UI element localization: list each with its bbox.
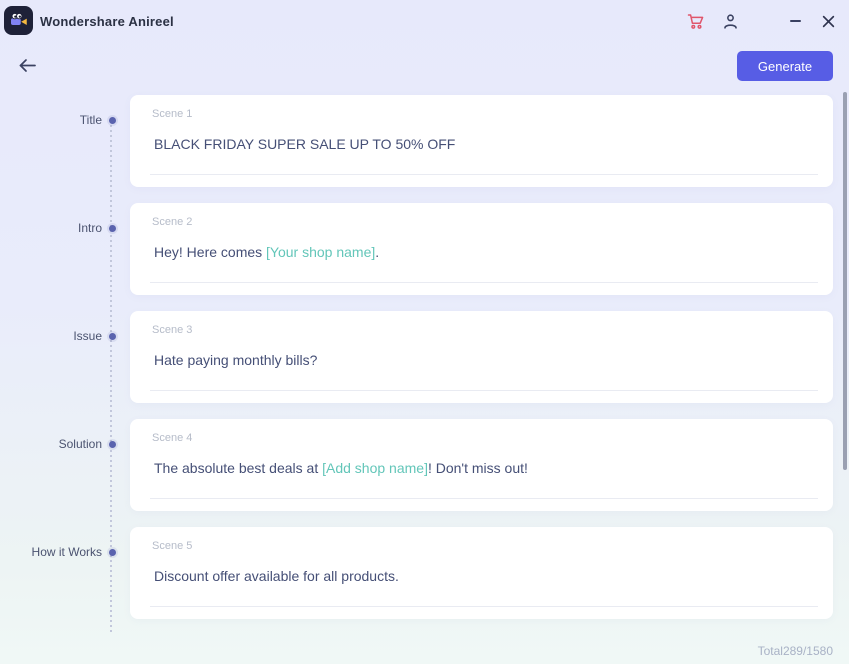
- scene-text-segment: BLACK FRIDAY SUPER SALE UP TO 50% OFF: [154, 136, 456, 152]
- scene-text-underline: [150, 498, 818, 499]
- timeline-item[interactable]: Solution: [0, 436, 116, 452]
- scene-text-segment: Hey! Here comes: [154, 244, 267, 260]
- timeline: Title Intro Issue Solution How it Works: [0, 0, 130, 664]
- scene-card: Scene 4 The absolute best deals at [Add …: [130, 419, 833, 511]
- scrollbar-thumb[interactable]: [843, 92, 847, 470]
- scene-card: Scene 3 Hate paying monthly bills?: [130, 311, 833, 403]
- scene-label: Scene 5: [152, 540, 193, 552]
- scene-text-segment: .: [375, 244, 380, 260]
- scene-label: Scene 4: [152, 432, 193, 444]
- scene-list: Scene 1 BLACK FRIDAY SUPER SALE UP TO 50…: [130, 95, 833, 619]
- total-label: Total: [757, 644, 783, 658]
- character-counter: Total289/1580: [758, 644, 833, 658]
- scene-text-segment: The absolute best deals at: [154, 460, 323, 476]
- account-icon[interactable]: [718, 0, 742, 42]
- scene-label: Scene 3: [152, 324, 193, 336]
- scene-text-underline: [150, 282, 818, 283]
- timeline-label: How it Works: [31, 545, 102, 559]
- timeline-dot-icon: [109, 548, 116, 556]
- scene-label: Scene 2: [152, 216, 193, 228]
- scene-text-segment: Hate paying monthly bills?: [154, 352, 318, 368]
- scene-card: Scene 1 BLACK FRIDAY SUPER SALE UP TO 50…: [130, 95, 833, 187]
- scene-text-input[interactable]: Hey! Here comes [Your shop name].: [154, 244, 809, 260]
- scene-text-segment: Discount offer available for all product…: [154, 568, 399, 584]
- timeline-label: Issue: [73, 329, 102, 343]
- scene-label: Scene 1: [152, 108, 193, 120]
- timeline-dot-icon: [109, 440, 116, 448]
- timeline-item[interactable]: Intro: [0, 220, 116, 236]
- scene-placeholder-token: [Your shop name]: [266, 244, 376, 260]
- scene-placeholder-token: [Add shop name]: [322, 460, 428, 476]
- timeline-label: Solution: [58, 437, 102, 451]
- timeline-label: Title: [79, 113, 102, 127]
- close-icon[interactable]: [816, 0, 840, 42]
- scene-card: Scene 2 Hey! Here comes [Your shop name]…: [130, 203, 833, 295]
- scene-text-input[interactable]: Hate paying monthly bills?: [154, 352, 809, 368]
- timeline-item[interactable]: Issue: [0, 328, 116, 344]
- timeline-dot-icon: [109, 116, 116, 124]
- timeline-label: Intro: [77, 221, 102, 235]
- scene-text-underline: [150, 174, 818, 175]
- scene-text-segment: ! Don't miss out!: [427, 460, 528, 476]
- timeline-dot-icon: [109, 224, 116, 232]
- scene-text-input[interactable]: Discount offer available for all product…: [154, 568, 809, 584]
- scene-card: Scene 5 Discount offer available for all…: [130, 527, 833, 619]
- scene-text-underline: [150, 390, 818, 391]
- generate-button[interactable]: Generate: [737, 51, 833, 81]
- anireel-window: { "colors": { "accent": "#575de5", "plac…: [0, 0, 849, 664]
- scene-text-input[interactable]: The absolute best deals at [Add shop nam…: [154, 460, 809, 476]
- minimize-icon[interactable]: [783, 0, 807, 42]
- character-count-value: 289/1580: [782, 644, 833, 658]
- timeline-item[interactable]: Title: [0, 112, 116, 128]
- cart-icon[interactable]: [684, 0, 708, 42]
- timeline-item[interactable]: How it Works: [0, 544, 116, 560]
- scene-text-input[interactable]: BLACK FRIDAY SUPER SALE UP TO 50% OFF: [154, 136, 809, 152]
- timeline-dot-icon: [109, 332, 116, 340]
- scene-text-underline: [150, 606, 818, 607]
